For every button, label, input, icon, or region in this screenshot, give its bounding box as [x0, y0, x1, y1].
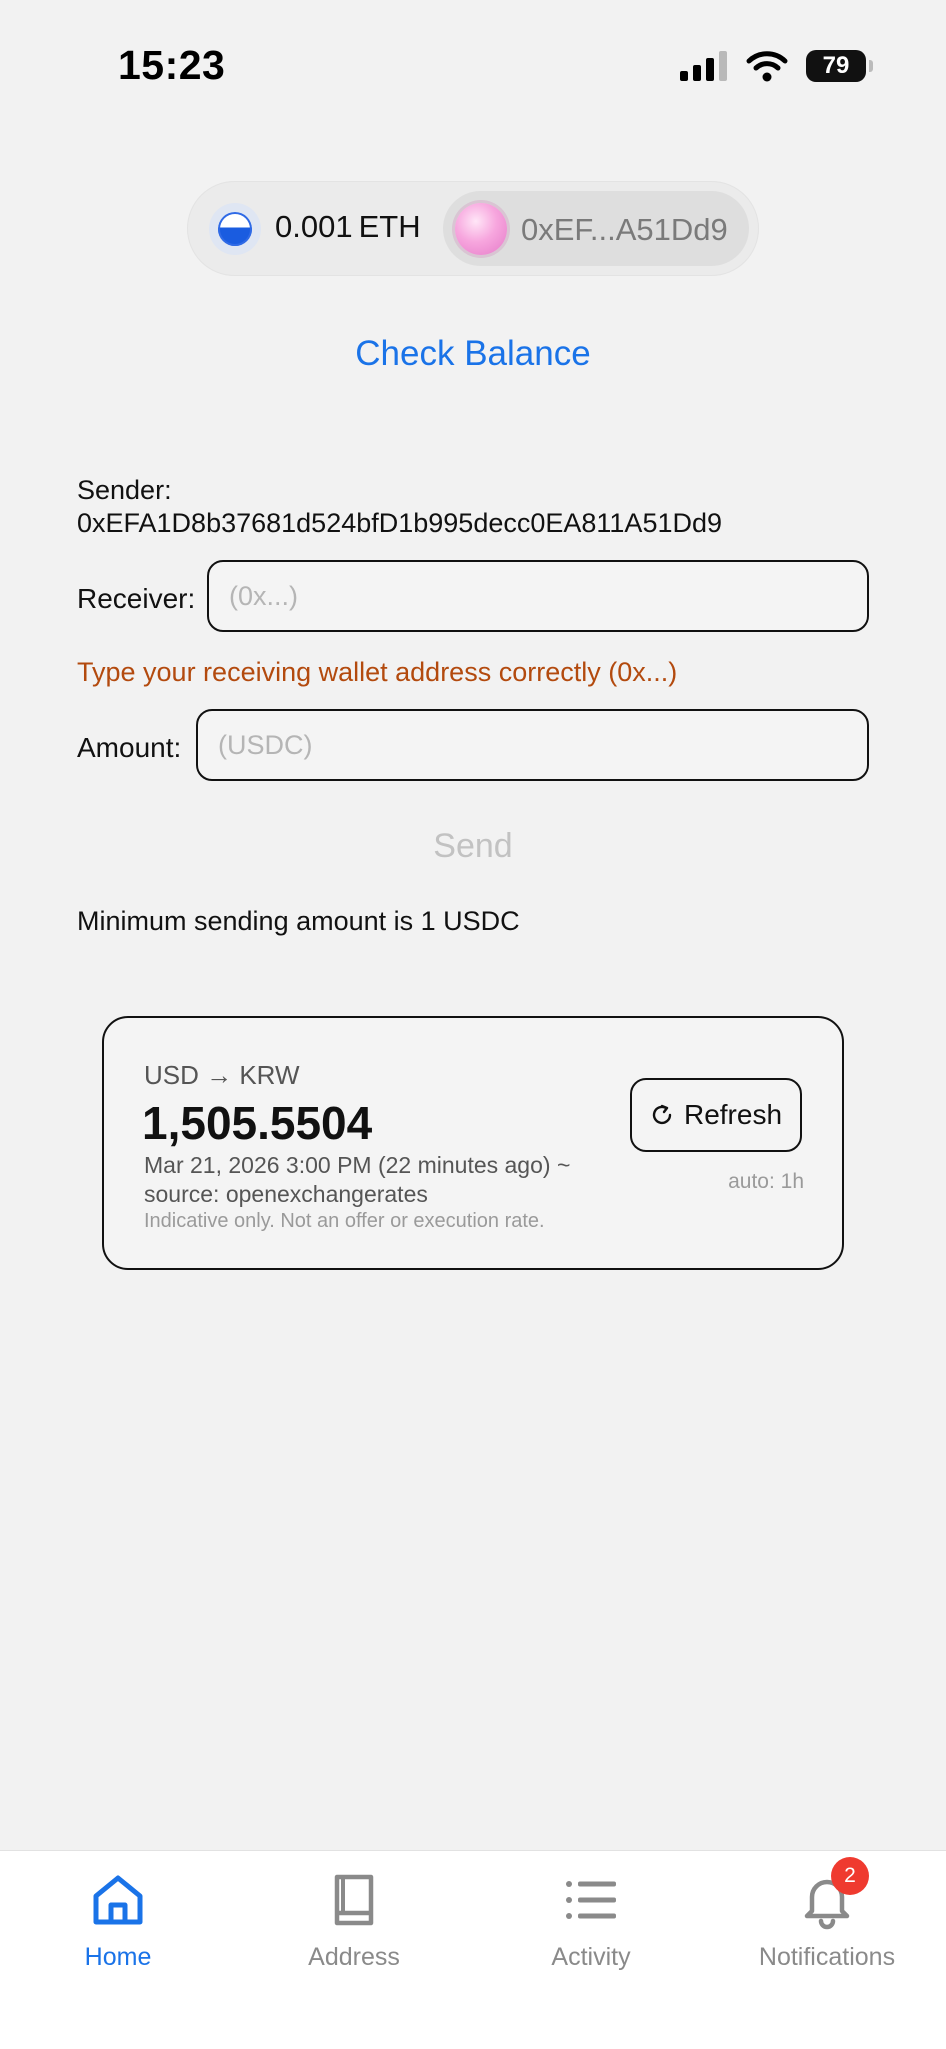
- currency-pair: USD → KRW: [144, 1060, 300, 1090]
- status-bar: 15:23 79: [0, 0, 946, 140]
- receiver-input[interactable]: [207, 560, 869, 632]
- avatar: [455, 203, 507, 255]
- tab-notifications-label: Notifications: [758, 1943, 896, 1971]
- tab-address[interactable]: Address: [236, 1851, 472, 1991]
- refresh-icon: [652, 1104, 672, 1125]
- battery-level: 79: [822, 52, 850, 79]
- receiver-label: Receiver:: [77, 583, 196, 614]
- status-icons: 79: [680, 50, 873, 82]
- tab-home[interactable]: Home: [0, 1851, 236, 1991]
- notification-badge: 2: [831, 1857, 869, 1895]
- sender-label: Sender:: [77, 475, 172, 505]
- account-address-short: 0xEF...A51Dd9: [521, 212, 728, 247]
- amount-label: Amount:: [77, 732, 182, 763]
- amount-input[interactable]: [196, 709, 869, 781]
- refresh-label: Refresh: [683, 1099, 783, 1130]
- tab-activity-label: Activity: [551, 1943, 631, 1971]
- wifi-icon: [746, 51, 788, 82]
- tab-bar: Home Address Activity 2 Notifications: [0, 1850, 946, 2049]
- tab-notifications[interactable]: 2 Notifications: [709, 1851, 945, 1991]
- status-time: 15:23: [118, 42, 226, 88]
- exchange-rate-value: 1,505.5504: [142, 1097, 373, 1149]
- receiver-error-message: Type your receiving wallet address corre…: [77, 657, 678, 687]
- sender-address: 0xEFA1D8b37681d524bfD1b995decc0EA811A51D…: [77, 508, 723, 538]
- tab-address-label: Address: [308, 1943, 400, 1971]
- auto-refresh-interval: auto: 1h: [728, 1170, 804, 1193]
- rate-timestamp: Mar 21, 2026 3:00 PM (22 minutes ago) ~: [144, 1152, 571, 1178]
- battery-indicator: 79: [806, 50, 873, 82]
- balance-unit: ETH: [358, 209, 421, 244]
- wallet-balance: 0.001 ETH: [275, 209, 421, 245]
- home-icon: [93, 1875, 143, 1925]
- cellular-signal-icon: [680, 51, 727, 81]
- minimum-amount-note: Minimum sending amount is 1 USDC: [77, 906, 520, 936]
- balance-amount: 0.001: [275, 209, 353, 244]
- eth-icon: [209, 203, 261, 255]
- refresh-button[interactable]: Refresh: [630, 1078, 802, 1152]
- list-icon: [566, 1881, 616, 1919]
- exchange-rate-card: USD → KRW 1,505.5504 Mar 21, 2026 3:00 P…: [102, 1016, 844, 1270]
- tab-activity[interactable]: Activity: [473, 1851, 709, 1991]
- rate-disclaimer: Indicative only. Not an offer or executi…: [144, 1210, 545, 1232]
- book-icon: [334, 1874, 374, 1926]
- send-button[interactable]: Send: [0, 826, 946, 867]
- tab-home-label: Home: [84, 1943, 152, 1971]
- wallet-pill[interactable]: 0.001 ETH 0xEF...A51Dd9: [187, 181, 759, 276]
- account-chip[interactable]: 0xEF...A51Dd9: [443, 191, 749, 266]
- rate-source: source: openexchangerates: [144, 1181, 428, 1207]
- check-balance-link[interactable]: Check Balance: [0, 334, 946, 374]
